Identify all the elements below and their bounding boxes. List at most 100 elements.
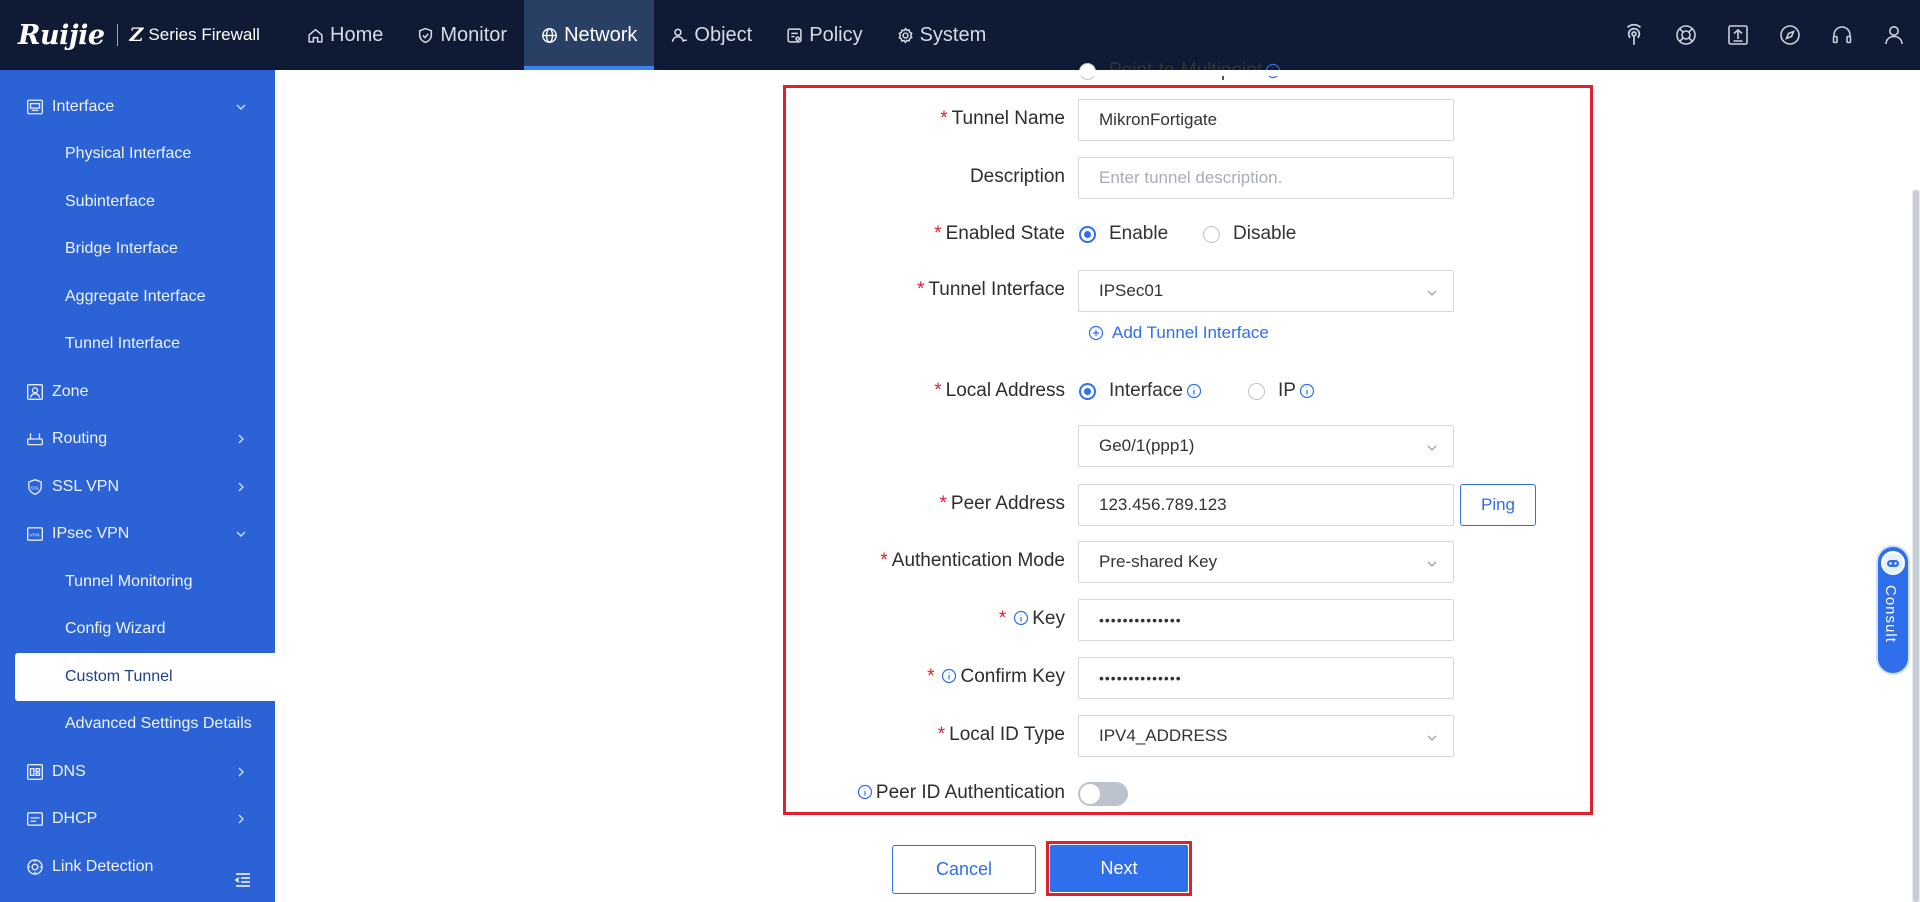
upload-button[interactable] xyxy=(1712,0,1764,70)
globe-icon xyxy=(542,27,557,43)
info-icon[interactable] xyxy=(1299,383,1315,399)
sidebar-item-label: Config Wizard xyxy=(65,620,166,637)
nav-home[interactable]: Home xyxy=(290,0,400,70)
sidebar-item-aggregate-interface[interactable]: Aggregate Interface xyxy=(0,273,275,321)
tunnel-name-input[interactable]: MikronFortigate xyxy=(1078,99,1454,141)
info-icon[interactable] xyxy=(1186,383,1202,399)
sidebar-item-ipsec-vpn[interactable]: VPN IPsec VPN xyxy=(0,510,275,558)
nav-monitor-label: Monitor xyxy=(440,23,508,46)
chevron-down-icon xyxy=(1427,290,1437,296)
radio-label: IP xyxy=(1278,380,1296,401)
confirm-key-input[interactable]: •••••••••••••• xyxy=(1078,657,1454,699)
brand-logo: Ruijie xyxy=(18,19,105,51)
nav-system[interactable]: System xyxy=(880,0,1004,70)
description-input[interactable]: Enter tunnel description. xyxy=(1078,157,1454,199)
tunnel-interface-select[interactable]: IPSec01 xyxy=(1078,270,1454,312)
cutoff-mask xyxy=(1078,70,1378,76)
consult-widget[interactable]: Consult xyxy=(1876,545,1910,675)
nav-network[interactable]: Network xyxy=(524,0,655,70)
chevron-down-icon xyxy=(236,104,246,110)
local-address-label: * Local Address xyxy=(934,380,1065,401)
info-icon[interactable] xyxy=(941,668,957,684)
key-label: * Key xyxy=(998,608,1065,629)
sidebar-item-label: Tunnel Interface xyxy=(65,335,181,352)
radio-label: Disable xyxy=(1233,223,1297,244)
radio-circle xyxy=(1203,225,1220,243)
sidebar-item-config-wizard[interactable]: Config Wizard xyxy=(0,605,275,653)
scrollbar[interactable] xyxy=(1912,190,1920,902)
radio-disable[interactable]: Disable xyxy=(1203,223,1296,245)
radio-interface[interactable]: Interface xyxy=(1079,380,1205,402)
sidebar-item-custom-tunnel[interactable]: Custom Tunnel xyxy=(15,653,275,701)
add-tunnel-interface-link[interactable]: Add Tunnel Interface xyxy=(1088,323,1269,343)
link-detection-icon xyxy=(27,859,43,875)
nav-system-label: System xyxy=(919,23,987,46)
peer-address-input[interactable]: 123.456.789.123 xyxy=(1078,484,1454,526)
brand[interactable]: Ruijie Z Series Firewall xyxy=(18,18,260,52)
sidebar-item-label: Physical Interface xyxy=(65,145,192,162)
sidebar-item-subinterface[interactable]: Subinterface xyxy=(0,178,275,226)
next-button[interactable]: Next xyxy=(1050,845,1188,892)
collapse-sidebar-icon[interactable] xyxy=(233,870,253,890)
chevron-down-icon xyxy=(1427,561,1437,567)
confirm-key-label: * Confirm Key xyxy=(927,666,1065,687)
info-icon[interactable] xyxy=(857,784,873,800)
sidebar-item-physical-interface[interactable]: Physical Interface xyxy=(0,130,275,178)
local-interface-select[interactable]: Ge0/1(ppp1) xyxy=(1078,425,1454,467)
robot-icon xyxy=(1881,551,1905,575)
nav-object[interactable]: Object xyxy=(654,0,769,70)
button-label: Cancel xyxy=(935,859,993,879)
wireless-button[interactable] xyxy=(1608,0,1660,70)
button-label: Ping xyxy=(1480,495,1516,514)
sidebar-item-routing[interactable]: Routing xyxy=(0,415,275,463)
support-button[interactable] xyxy=(1660,0,1712,70)
chevron-down-icon xyxy=(1427,735,1437,741)
sidebar-item-interface[interactable]: Interface xyxy=(0,83,275,131)
cancel-button[interactable]: Cancel xyxy=(892,845,1036,894)
sidebar-item-label: Zone xyxy=(52,383,89,400)
headset-button[interactable] xyxy=(1816,0,1868,70)
scrollbar-thumb[interactable] xyxy=(1913,190,1919,902)
label-text: Peer Address xyxy=(950,493,1065,514)
svg-text:SSL: SSL xyxy=(31,485,40,491)
radio-ip[interactable]: IP xyxy=(1248,380,1318,402)
input-value: •••••••••••••• xyxy=(1099,612,1182,628)
sidebar-item-tunnel-monitoring[interactable]: Tunnel Monitoring xyxy=(0,558,275,606)
sidebar-item-ssl-vpn[interactable]: SSL SSL VPN xyxy=(0,463,275,511)
nav-policy[interactable]: Policy xyxy=(769,0,879,70)
sidebar-item-label: IPsec VPN xyxy=(52,525,130,542)
support-icon xyxy=(1676,25,1696,45)
sidebar-item-dhcp[interactable]: DHCP xyxy=(0,795,275,843)
sidebar-item-zone[interactable]: Zone xyxy=(0,368,275,416)
nav-object-label: Object xyxy=(694,23,753,46)
main-nav: Home Monitor Network Object Policy Syste… xyxy=(290,0,1003,70)
sidebar-item-label: SSL VPN xyxy=(52,478,119,495)
sidebar-item-dns[interactable]: DNS xyxy=(0,748,275,796)
radio-enable[interactable]: Enable xyxy=(1079,223,1168,245)
z-series-icon: Z xyxy=(129,24,144,46)
user-icon xyxy=(1885,26,1903,45)
vpn-icon: VPN xyxy=(27,527,43,541)
nav-monitor[interactable]: Monitor xyxy=(400,0,524,70)
sidebar-item-advanced-settings-details[interactable]: Advanced Settings Details xyxy=(0,700,275,748)
peer-id-authentication-toggle[interactable] xyxy=(1078,782,1128,806)
radio-label: Interface xyxy=(1109,380,1183,401)
sidebar: Interface Physical Interface Subinterfac… xyxy=(0,70,275,902)
local-id-type-select[interactable]: IPV4_ADDRESS xyxy=(1078,715,1454,757)
user-button[interactable] xyxy=(1868,0,1920,70)
brand-divider xyxy=(116,24,118,46)
gear-icon xyxy=(897,26,913,44)
link-text: Add Tunnel Interface xyxy=(1112,323,1269,342)
tunnel-interface-label: * Tunnel Interface xyxy=(916,279,1065,300)
key-input[interactable]: •••••••••••••• xyxy=(1078,599,1454,641)
info-icon[interactable] xyxy=(1013,610,1029,626)
compass-button[interactable] xyxy=(1764,0,1816,70)
interface-icon xyxy=(27,99,43,115)
sidebar-item-bridge-interface[interactable]: Bridge Interface xyxy=(0,225,275,273)
sidebar-item-tunnel-interface[interactable]: Tunnel Interface xyxy=(0,320,275,368)
select-value: Pre-shared Key xyxy=(1099,552,1218,571)
compass-icon xyxy=(1780,25,1800,45)
chevron-right-icon xyxy=(238,814,244,824)
authentication-mode-select[interactable]: Pre-shared Key xyxy=(1078,541,1454,583)
ping-button[interactable]: Ping xyxy=(1460,484,1536,526)
